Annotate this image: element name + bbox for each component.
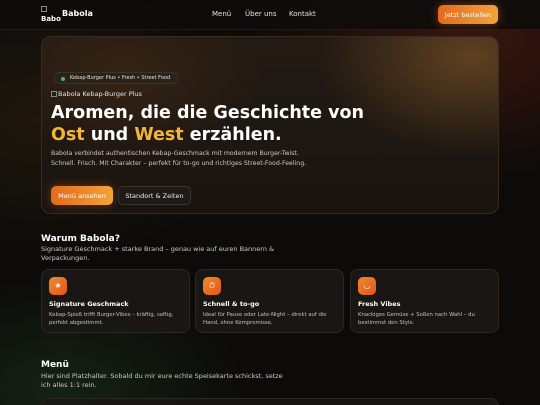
feature-card-title: Fresh Vibes: [358, 300, 401, 308]
hero-title-end: erzählen.: [183, 125, 282, 145]
feature-card-desc: Ideal für Pause oder Late-Night – direkt…: [203, 312, 327, 326]
why-section-title: Warum Babola?: [41, 234, 120, 244]
feature-card-signature: ★ Signature Geschmack Kebap-Spieß trifft…: [41, 269, 190, 333]
hero-title-line1: Aromen, die die Geschichte von: [51, 103, 365, 123]
top-nav: Babo Babola Menü Über uns Kontakt Jetzt …: [0, 0, 540, 30]
broken-image-icon: [51, 91, 57, 97]
tagline-chip-text: Kebap-Burger Plus • Fresh • Street Food: [70, 75, 171, 81]
menu-section-subtitle: Hier sind Platzhalter. Sobald du mir eur…: [41, 372, 283, 389]
hero-title-west: West: [134, 125, 184, 145]
hero-section: Kebap-Burger Plus • Fresh • Street Food …: [41, 36, 499, 214]
view-menu-button[interactable]: Menü ansehen: [51, 186, 113, 205]
why-section-subtitle: Signature Geschmack + starke Brand – gen…: [41, 245, 275, 262]
feature-card-title: Schnell & to-go: [203, 300, 260, 308]
nav-link-contact[interactable]: Kontakt: [289, 10, 316, 18]
hero-title-ost: Ost: [51, 125, 85, 145]
star-icon: ★: [49, 277, 67, 295]
menu-list-container: [41, 398, 499, 405]
tagline-chip: Kebap-Burger Plus • Fresh • Street Food: [54, 72, 179, 84]
nav-link-menu[interactable]: Menü: [212, 10, 231, 18]
feature-card-title: Signature Geschmack: [49, 300, 129, 308]
bowl-icon: ◡: [358, 277, 376, 295]
feature-card-desc: Knackiges Gemüse + Soßen nach Wahl – du …: [358, 312, 475, 326]
hero-description: Babola verbindet authentischen Kebap-Ges…: [51, 150, 307, 167]
hero-title-und: und: [84, 125, 135, 145]
location-hours-button[interactable]: Standort & Zeiten: [118, 186, 191, 205]
hero-image-alt-text: Babola Kebap-Burger Plus: [58, 90, 142, 98]
logo-alt-text: Babo: [41, 15, 61, 23]
broken-image-icon: [41, 6, 47, 12]
nav-link-about[interactable]: Über uns: [245, 10, 277, 18]
order-now-button[interactable]: Jetzt bestellen: [438, 5, 498, 24]
clock-icon: ⏱: [203, 277, 221, 295]
logo-image[interactable]: Babo: [41, 6, 61, 24]
status-dot-icon: [61, 76, 65, 81]
feature-card-fast: ⏱ Schnell & to-go Ideal für Pause oder L…: [195, 269, 344, 333]
feature-card-desc: Kebap-Spieß trifft Burger-Vibes – kräfti…: [49, 312, 174, 326]
menu-section-title: Menü: [41, 360, 69, 370]
feature-card-fresh: ◡ Fresh Vibes Knackiges Gemüse + Soßen n…: [350, 269, 499, 333]
brand-name[interactable]: Babola: [62, 9, 93, 18]
hero-image: Babola Kebap-Burger Plus: [51, 90, 142, 98]
hero-title: Aromen, die die Geschichte von Ost und W…: [51, 102, 364, 146]
